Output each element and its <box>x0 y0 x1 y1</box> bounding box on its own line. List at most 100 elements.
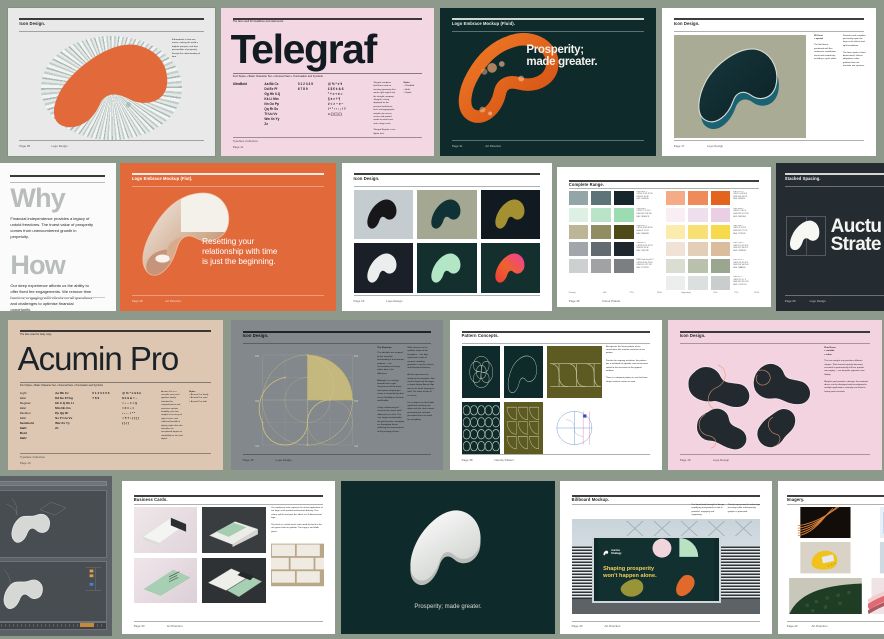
auctus-mark-icon <box>367 199 397 229</box>
pattern-tile-dense-star[interactable] <box>461 401 501 454</box>
footer-section: Identity Pattern <box>494 457 514 462</box>
divider <box>673 140 865 142</box>
colour-swatch[interactable] <box>613 259 634 274</box>
typeface-note: Acumin Pro is a versatile sans-serif typ… <box>161 390 183 441</box>
colour-swatch[interactable] <box>665 207 686 222</box>
slide-imagery[interactable]: Imagery. Page 42 Art Direction <box>778 481 884 634</box>
divider <box>786 620 884 622</box>
viewport-top[interactable] <box>0 560 107 622</box>
colour-swatch[interactable] <box>710 259 731 274</box>
pattern-tile-leaf-grid[interactable] <box>504 401 543 454</box>
colour-swatch[interactable] <box>613 207 634 222</box>
colour-swatch[interactable] <box>568 241 589 257</box>
slide-prosperity-dark[interactable]: Prosperity; made greater. <box>341 481 555 634</box>
symbol-column: @ % * ¤ ¥ £ $ € ¢ & ß ° ÷ ≠ ¬ ± ≈ § ± × … <box>327 82 346 116</box>
imagery-grid <box>787 507 884 615</box>
card-mockup: Front (2) <box>202 507 266 553</box>
icon-variant-white-on-charcoal[interactable] <box>353 243 414 294</box>
colour-swatch[interactable] <box>688 190 708 205</box>
icon-variant-mint-on-green[interactable] <box>417 243 477 294</box>
colour-swatch[interactable] <box>710 276 731 291</box>
slide-acumin-pro-typeface[interactable]: The face used for body copy. Acumin Pro … <box>8 320 223 470</box>
slide-why-how[interactable]: Why Financial independence provides a le… <box>0 163 116 311</box>
slide-logo-embrace-fluid[interactable]: Logo Embrace Mockup (Fluid). Prosperity;… <box>440 8 656 156</box>
colour-swatch[interactable] <box>710 207 731 222</box>
colour-swatch[interactable] <box>591 224 611 239</box>
colour-swatch[interactable] <box>591 207 611 222</box>
footer-section: Art Direction <box>604 623 621 628</box>
viewport-perspective[interactable] <box>0 490 107 558</box>
slide-title: Pattern Concepts. <box>461 332 499 338</box>
colour-swatch[interactable] <box>665 241 686 257</box>
colour-swatch[interactable] <box>665 276 686 291</box>
colour-swatch[interactable] <box>688 259 708 274</box>
colour-swatch[interactable] <box>591 190 611 205</box>
timeline-bar[interactable] <box>0 622 107 631</box>
footer-section: Typeface Collection. <box>19 454 46 459</box>
colour-swatch[interactable] <box>710 224 731 239</box>
slide-complete-range[interactable]: Complete Range. PMS 5487 C CMYK 70 45 45… <box>557 167 771 307</box>
pattern-tile-construction[interactable] <box>546 401 602 454</box>
card-mockup: Front <box>133 507 198 553</box>
texture-tile <box>271 542 325 588</box>
colour-swatch[interactable] <box>688 207 708 222</box>
colour-swatch[interactable] <box>591 241 611 257</box>
colour-swatch[interactable] <box>568 224 589 239</box>
pattern-tile-floral-star[interactable] <box>461 345 501 398</box>
colour-swatch[interactable] <box>688 276 708 291</box>
colour-swatch[interactable] <box>591 259 611 274</box>
footer-page: Page 40 <box>571 623 583 628</box>
divider <box>353 295 541 297</box>
colour-spec-label: PMS 9345 C CMYK 3 18 0 0 RGB 232 207 228… <box>733 207 749 218</box>
colour-swatch[interactable] <box>568 259 589 274</box>
slide-icon-construction[interactable]: Icon Design. 0.0 0.5 1.0 0.0 0.5 1.0 The… <box>231 320 443 470</box>
divider <box>571 620 761 622</box>
slide-pattern-concepts[interactable]: Pattern Concepts. Recognises the linear … <box>450 320 662 470</box>
divider <box>451 140 645 142</box>
colour-swatch[interactable] <box>688 224 708 239</box>
slide-icon-design-map[interactable]: Icon Design. A brandmark is how one move… <box>8 8 215 156</box>
divider <box>242 330 432 333</box>
colour-swatch[interactable] <box>568 207 589 222</box>
svg-text:1.0: 1.0 <box>354 443 358 447</box>
icon-variant-charcoal-on-grey[interactable] <box>353 189 414 240</box>
divider <box>461 343 651 345</box>
colour-swatch[interactable] <box>688 241 708 257</box>
slide-stacked-spacing[interactable]: Stacked Spacing. Auctu Strate Page 06 Lo… <box>776 163 884 311</box>
colour-swatch[interactable] <box>568 190 589 205</box>
slide-icon-design-pink[interactable]: Icon Design. Fluid Form. + variable + so… <box>668 320 882 470</box>
slide-title: Imagery. <box>786 497 805 503</box>
slide-title: Icon Design. <box>673 20 700 26</box>
divider <box>451 30 645 32</box>
slide-icon-design-grid[interactable]: Icon Design. Page 16 Logo Design <box>342 163 552 311</box>
colour-swatch[interactable] <box>710 190 731 205</box>
slide-3d-software-screenshot[interactable] <box>0 476 112 636</box>
slide-logo-embrace-flat[interactable]: Logo Embrace Mockup (Flat). Resetting yo… <box>120 163 336 311</box>
colour-swatch[interactable] <box>613 241 634 257</box>
divider <box>673 30 865 32</box>
icon-variant-teal-on-sage[interactable] <box>417 189 477 240</box>
footer-page: Page 05 <box>19 143 31 148</box>
pattern-tile-single-mark[interactable] <box>504 345 543 398</box>
icon-variant-gradient-on-green[interactable] <box>480 243 541 294</box>
footer-section: Colour Palette <box>601 298 621 303</box>
styles-column: Styles + UltraBold + Bold + Digital <box>403 82 415 95</box>
colour-swatch[interactable] <box>710 241 731 257</box>
colour-swatch[interactable] <box>613 224 634 239</box>
pattern-tile-wave-grid[interactable] <box>546 345 602 398</box>
svg-text:0.5: 0.5 <box>255 398 259 402</box>
colour-swatch[interactable] <box>613 190 634 205</box>
slide-telegraf-typeface[interactable]: The face used for headlines and statemen… <box>221 8 434 156</box>
colour-swatch[interactable] <box>665 259 686 274</box>
auctus-mark-icon <box>431 199 461 229</box>
footer-section: Typeface Collection. <box>232 139 259 144</box>
app-toolbar[interactable] <box>0 480 107 486</box>
slide-business-cards[interactable]: Business Cards. Front Front (2) <box>122 481 335 634</box>
footer-page: Page 33 <box>133 623 145 628</box>
colour-swatch[interactable] <box>665 190 686 205</box>
slide-billboard-mockup[interactable]: Billboard Mockup. Our brand mark brought… <box>560 481 772 634</box>
colour-swatch[interactable] <box>665 224 686 239</box>
icon-variant-gold-on-dark[interactable] <box>480 189 541 240</box>
billboard-scene-photo: Auctus Strategy Shaping prosperity won't… <box>571 519 761 615</box>
slide-icon-design-3d[interactable]: Icon Design. 3D Form + spread The fluid … <box>662 8 876 156</box>
